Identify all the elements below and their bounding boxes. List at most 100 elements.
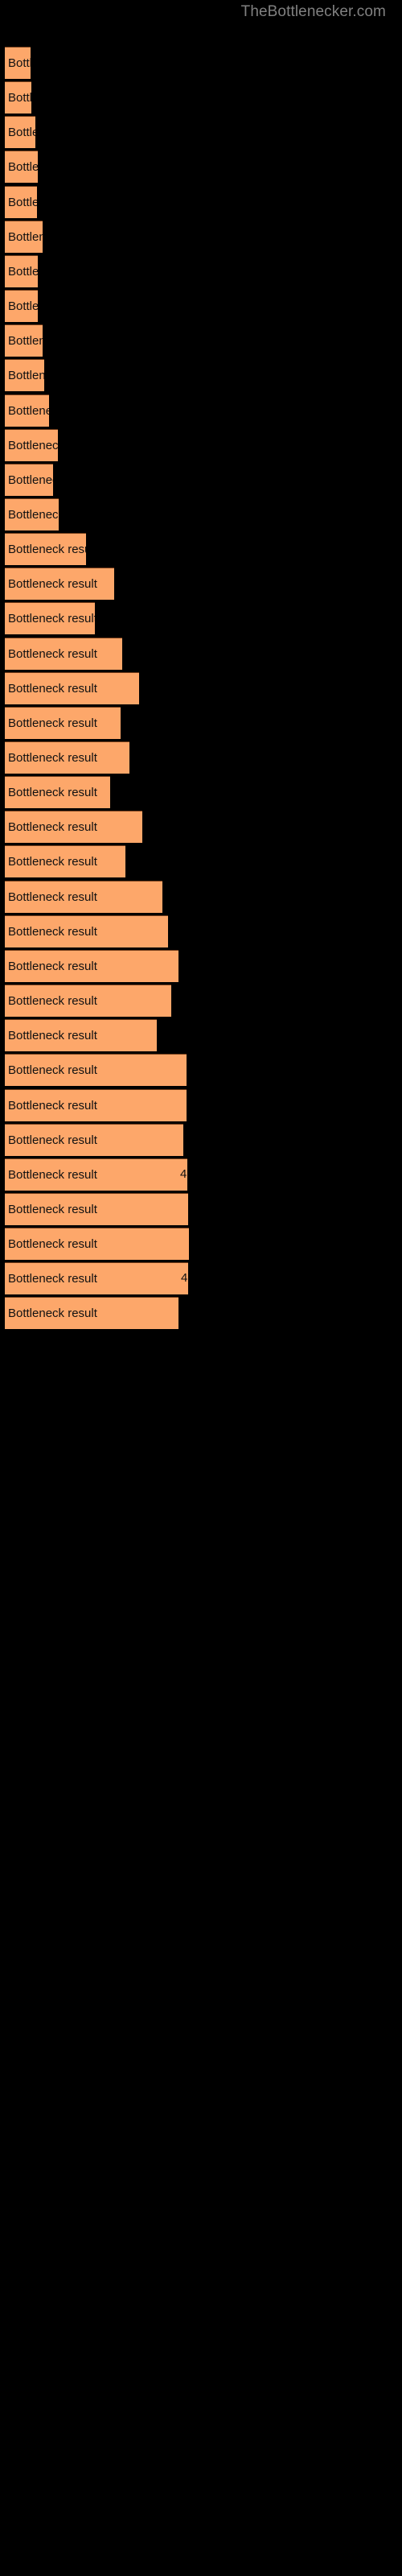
bar[interactable]: Bottleneck result xyxy=(5,81,31,114)
bar[interactable]: Bottleneck result xyxy=(5,985,171,1018)
bar-row[interactable]: Bottleneck result xyxy=(5,985,171,1018)
bar-row[interactable]: Bottleneck result xyxy=(5,568,114,601)
bar-label: Bottleneck result xyxy=(8,994,97,1009)
bar[interactable]: Bottleneck result xyxy=(5,568,114,601)
bar-row[interactable]: Bottleneck result xyxy=(5,811,142,844)
bar[interactable]: Bottleneck result xyxy=(5,394,49,427)
bar-row[interactable]: Bottleneck result 4 xyxy=(5,1262,188,1295)
bar-label: Bottleneck result xyxy=(8,1167,97,1182)
bar-label: Bottleneck result xyxy=(8,299,38,314)
bar-label: Bottleneck result xyxy=(8,56,31,70)
bar-row[interactable]: Bottleneck result xyxy=(5,533,86,566)
bar-row[interactable]: Bottleneck result xyxy=(5,949,178,982)
bar[interactable]: Bottleneck result xyxy=(5,706,121,739)
bar-row[interactable]: Bottleneck result xyxy=(5,1192,188,1225)
bottleneck-bar-chart: Bottleneck result Bottleneck result Bottle… xyxy=(0,0,402,2576)
bar[interactable]: Bottleneck result xyxy=(5,324,43,357)
bar[interactable]: Bottleneck result xyxy=(5,254,38,287)
bar-label: Bottleneck result xyxy=(8,195,37,209)
bar-label: Bottleneck result xyxy=(8,924,97,939)
bar-row[interactable]: Bottleneck result xyxy=(5,463,53,496)
bar[interactable]: Bottleneck result xyxy=(5,47,31,79)
bar-label: Bottleneck result xyxy=(8,890,97,904)
bar-row[interactable]: Bottleneck result xyxy=(5,220,43,253)
bar-row[interactable]: Bottleneck result xyxy=(5,880,162,913)
bar-label: Bottleneck result xyxy=(8,229,43,244)
bar-label: Bottleneck result xyxy=(8,438,58,452)
bar[interactable]: Bottleneck result xyxy=(5,914,168,947)
bar-row[interactable]: Bottleneck result xyxy=(5,359,44,392)
bar[interactable]: Bottleneck result xyxy=(5,1262,188,1295)
bar[interactable]: Bottleneck result xyxy=(5,533,86,566)
bar-row[interactable]: Bottleneck result xyxy=(5,671,139,704)
bar[interactable]: Bottleneck result xyxy=(5,359,44,392)
bar-label: Bottleneck result xyxy=(8,786,97,800)
bar[interactable]: Bottleneck result xyxy=(5,671,139,704)
bar[interactable]: Bottleneck result xyxy=(5,1123,183,1156)
bar-label: Bottleneck result xyxy=(8,577,97,592)
bar[interactable]: Bottleneck result xyxy=(5,637,122,670)
bar-row[interactable]: Bottleneck result xyxy=(5,776,110,809)
bar-label: Bottleneck result xyxy=(8,507,59,522)
bar-row[interactable]: Bottleneck result xyxy=(5,1123,183,1156)
bar-label: Bottleneck result xyxy=(8,473,53,487)
bar[interactable]: Bottleneck result xyxy=(5,428,58,461)
bar-row[interactable]: Bottleneck result 4 xyxy=(5,1158,187,1191)
bar-row[interactable]: Bottleneck result xyxy=(5,428,58,461)
bar-label: Bottleneck result xyxy=(8,264,38,279)
bar[interactable]: Bottleneck result xyxy=(5,116,35,149)
bar-row[interactable]: Bottleneck result xyxy=(5,394,49,427)
bar[interactable]: Bottleneck result xyxy=(5,497,59,530)
bar-label: Bottleneck result xyxy=(8,160,38,175)
bar[interactable]: Bottleneck result xyxy=(5,776,110,809)
bar-row[interactable]: Bottleneck result xyxy=(5,1297,178,1330)
bar-row[interactable]: Bottleneck result xyxy=(5,1088,187,1121)
bar[interactable]: Bottleneck result xyxy=(5,602,95,635)
bar[interactable]: Bottleneck result xyxy=(5,880,162,913)
bar-label: Bottleneck result xyxy=(8,91,31,105)
bar[interactable]: Bottleneck result xyxy=(5,949,178,982)
bar-row[interactable]: Bottleneck result xyxy=(5,324,43,357)
bar-label: Bottleneck result xyxy=(8,855,97,869)
bar[interactable]: Bottleneck result xyxy=(5,811,142,844)
bar-label: Bottleneck result xyxy=(8,126,35,140)
bar[interactable]: Bottleneck result xyxy=(5,1192,188,1225)
bar-row[interactable]: Bottleneck result xyxy=(5,254,38,287)
bar[interactable]: Bottleneck result xyxy=(5,185,37,218)
bar[interactable]: Bottleneck result xyxy=(5,845,125,878)
bar[interactable]: Bottleneck result xyxy=(5,1019,157,1052)
bar-row[interactable]: Bottleneck result xyxy=(5,741,129,774)
bar-row[interactable]: Bottleneck result xyxy=(5,185,37,218)
bar[interactable]: Bottleneck result xyxy=(5,220,43,253)
bar-row[interactable]: Bottleneck result xyxy=(5,1054,187,1087)
bar[interactable]: Bottleneck result xyxy=(5,463,53,496)
bar-row[interactable]: Bottleneck result xyxy=(5,81,31,114)
bar-row[interactable]: Bottleneck result xyxy=(5,151,38,184)
bar-row[interactable]: Bottleneck result xyxy=(5,116,35,149)
bar-label: Bottleneck result xyxy=(8,959,97,973)
bar-row[interactable]: Bottleneck result xyxy=(5,497,59,530)
bar-label: Bottleneck result xyxy=(8,334,43,349)
bar[interactable]: Bottleneck result xyxy=(5,1228,189,1261)
bar-label: Bottleneck result xyxy=(8,1098,97,1113)
bar-row[interactable]: Bottleneck result xyxy=(5,1228,189,1261)
bar[interactable]: Bottleneck result xyxy=(5,151,38,184)
bar[interactable]: Bottleneck result xyxy=(5,1088,187,1121)
bar-row[interactable]: Bottleneck result xyxy=(5,47,31,79)
bar-row[interactable]: Bottleneck result xyxy=(5,845,125,878)
bar-row[interactable]: Bottleneck result xyxy=(5,637,122,670)
bar-row[interactable]: Bottleneck result xyxy=(5,914,168,947)
bar-label: Bottleneck result xyxy=(8,646,97,661)
bar[interactable]: Bottleneck result xyxy=(5,1297,178,1330)
page-root: TheBottlenecker.com Bottleneck resultBot… xyxy=(0,0,402,2576)
bar-row[interactable]: Bottleneck result xyxy=(5,290,38,323)
bar-label: Bottleneck result xyxy=(8,751,97,765)
bar[interactable]: Bottleneck result xyxy=(5,290,38,323)
bar-row[interactable]: Bottleneck result xyxy=(5,602,95,635)
bar[interactable]: Bottleneck result xyxy=(5,1158,187,1191)
bar-row[interactable]: Bottleneck result xyxy=(5,706,121,739)
bar[interactable]: Bottleneck result xyxy=(5,741,129,774)
bar-row[interactable]: Bottleneck result xyxy=(5,1019,157,1052)
bar-label: Bottleneck result xyxy=(8,1063,97,1078)
bar[interactable]: Bottleneck result xyxy=(5,1054,187,1087)
